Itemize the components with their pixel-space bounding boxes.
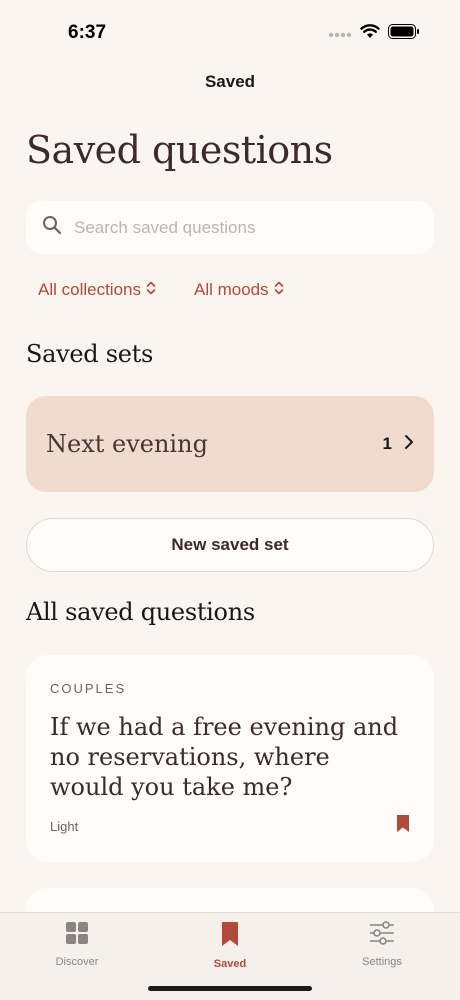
saved-set-count: 1 xyxy=(382,434,392,453)
question-card[interactable]: COUPLES If we had a free evening and no … xyxy=(26,655,434,862)
bookmark-icon xyxy=(221,921,239,952)
status-icons xyxy=(328,24,420,44)
saved-set-meta: 1 xyxy=(383,434,414,455)
chevron-right-icon xyxy=(404,434,414,455)
question-mood: Light xyxy=(50,818,79,834)
status-time: 6:37 xyxy=(68,22,107,43)
tab-discover[interactable]: Discover xyxy=(27,921,127,968)
chevron-up-down-icon xyxy=(274,280,284,300)
question-text: If we had a free evening and no reservat… xyxy=(50,713,399,801)
saved-sets-heading: Saved sets xyxy=(26,340,153,368)
wifi-icon xyxy=(360,24,380,44)
tab-label: Settings xyxy=(362,956,402,968)
all-saved-heading: All saved questions xyxy=(26,598,255,626)
tab-settings[interactable]: Settings xyxy=(332,921,432,968)
search-icon xyxy=(42,215,62,240)
question-category: COUPLES xyxy=(50,681,127,696)
tab-label: Saved xyxy=(213,958,247,970)
tab-label: Discover xyxy=(55,956,99,968)
status-bar: 6:37 xyxy=(0,0,460,60)
question-footer: Light xyxy=(50,814,410,838)
filter-label: All collections xyxy=(38,280,141,299)
signal-dots-icon xyxy=(328,25,352,43)
moods-filter-button[interactable]: All moods xyxy=(194,280,284,300)
sliders-icon xyxy=(369,921,395,950)
chevron-up-down-icon xyxy=(146,280,156,300)
saved-set-card[interactable]: Next evening 1 xyxy=(26,396,434,492)
grid-icon xyxy=(65,921,89,950)
collections-filter-button[interactable]: All collections xyxy=(38,280,156,300)
battery-icon xyxy=(388,24,420,44)
search-box[interactable] xyxy=(26,201,434,254)
saved-set-name: Next evening xyxy=(46,430,208,458)
filter-row: All collections All moods xyxy=(38,280,284,300)
tab-saved[interactable]: Saved xyxy=(180,921,280,970)
home-indicator xyxy=(148,986,312,991)
bookmark-icon[interactable] xyxy=(396,814,410,838)
filter-label: All moods xyxy=(194,280,269,299)
search-input[interactable] xyxy=(74,217,414,238)
new-saved-set-button[interactable]: New saved set xyxy=(26,518,434,572)
page-title: Saved questions xyxy=(26,128,333,172)
nav-title: Saved xyxy=(204,72,256,91)
